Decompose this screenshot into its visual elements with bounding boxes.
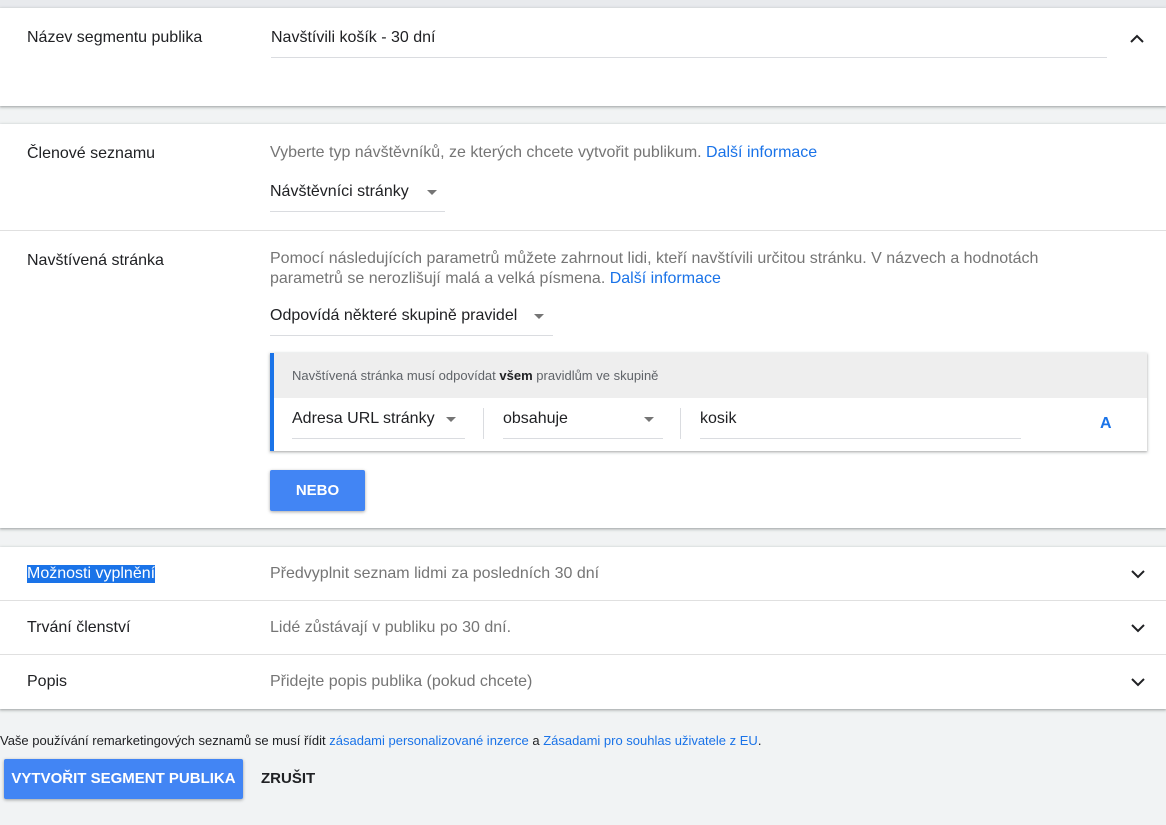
chevron-up-icon[interactable] xyxy=(1129,33,1145,45)
membership-duration-summary: Lidé zůstávají v publiku po 30 dní. xyxy=(270,619,512,636)
rule-group-header: Navštívená stránka musí odpovídat všem p… xyxy=(274,353,1147,398)
chevron-down-icon[interactable] xyxy=(1130,622,1146,634)
segment-name-label: Název segmentu publika xyxy=(27,29,203,46)
rule-field-select[interactable]: Adresa URL stránky xyxy=(292,408,465,439)
policy-notice: Vaše používání remarketingových seznamů … xyxy=(0,733,761,748)
rule-group-match-select[interactable]: Odpovídá některé skupině pravidel xyxy=(270,305,553,336)
policy-text-1: Vaše používání remarketingových seznamů … xyxy=(0,733,326,748)
visited-page-hint-line2: parametrů se nerozlišují malá a velká pí… xyxy=(270,270,606,287)
members-type-value: Návštěvníci stránky xyxy=(270,183,409,200)
fill-options-summary: Předvyplnit seznam lidmi za posledních 3… xyxy=(270,565,600,582)
fill-options-row[interactable]: Možnosti vyplnění Předvyplnit seznam lid… xyxy=(0,547,1166,600)
description-row[interactable]: Popis Přidejte popis publika (pokud chce… xyxy=(0,655,1166,709)
description-label: Popis xyxy=(27,673,68,690)
chevron-down-icon[interactable] xyxy=(1130,568,1146,580)
dropdown-caret-icon xyxy=(534,314,544,319)
rule-group-match-value: Odpovídá některé skupině pravidel xyxy=(270,307,518,324)
members-type-select[interactable]: Návštěvníci stránky xyxy=(270,181,445,212)
rule-group-header-bold: všem xyxy=(499,368,533,383)
segment-name-input[interactable]: Navštívili košík - 30 dní xyxy=(271,29,1107,58)
create-segment-button[interactable]: VYTVOŘIT SEGMENT PUBLIKA xyxy=(4,759,243,799)
membership-duration-label: Trvání členství xyxy=(27,619,131,636)
rule-group-header-prefix: Navštívená stránka musí odpovídat xyxy=(292,368,496,383)
audience-rules-card: Členové seznamu Vyberte typ návštěvníků,… xyxy=(0,124,1166,528)
visited-page-hint-line1: Pomocí následujících parametrů můžete za… xyxy=(270,250,1039,267)
eu-consent-policy-link[interactable]: Zásadami pro souhlas uživatele z EU xyxy=(543,733,758,748)
rule-separator xyxy=(483,408,484,439)
members-hint-text: Vyberte typ návštěvníků, ze kterých chce… xyxy=(270,144,702,161)
personalized-ads-policy-link[interactable]: zásadami personalizované inzerce xyxy=(329,733,528,748)
divider xyxy=(0,230,1166,231)
or-button[interactable]: NEBO xyxy=(270,470,365,511)
rule-group-header-suffix: pravidlům ve skupině xyxy=(536,368,659,383)
members-hint: Vyberte typ návštěvníků, ze kterých chce… xyxy=(270,143,817,163)
collapsed-options-card: Možnosti vyplnění Předvyplnit seznam lid… xyxy=(0,547,1166,709)
description-summary: Přidejte popis publika (pokud chcete) xyxy=(270,673,533,690)
and-button[interactable]: A xyxy=(1100,415,1112,433)
rule-operator-value: obsahuje xyxy=(503,410,568,427)
rule-value-text: kosik xyxy=(700,410,737,427)
chevron-down-icon[interactable] xyxy=(1130,676,1146,688)
visited-page-label: Navštívená stránka xyxy=(27,252,164,269)
fill-options-label: Možnosti vyplnění xyxy=(27,565,156,583)
membership-duration-row[interactable]: Trvání členství Lidé zůstávají v publiku… xyxy=(0,601,1166,654)
rule-field-value: Adresa URL stránky xyxy=(292,410,435,427)
dropdown-caret-icon xyxy=(446,417,456,422)
members-label: Členové seznamu xyxy=(27,145,156,162)
rule-value-input[interactable]: kosik xyxy=(700,408,1021,439)
top-strip xyxy=(0,0,1166,8)
segment-name-card: Název segmentu publika Navštívili košík … xyxy=(0,8,1166,106)
dropdown-caret-icon xyxy=(427,190,437,195)
visited-page-learn-more-link[interactable]: Další informace xyxy=(610,270,721,287)
rule-separator xyxy=(680,408,681,439)
visited-page-hint-line2-wrap: parametrů se nerozlišují malá a velká pí… xyxy=(270,269,1130,289)
segment-name-value: Navštívili košík - 30 dní xyxy=(271,29,436,46)
cancel-button[interactable]: ZRUŠIT xyxy=(261,770,315,787)
policy-text-3: . xyxy=(757,733,762,748)
policy-text-2: a xyxy=(532,733,540,748)
rule-operator-select[interactable]: obsahuje xyxy=(503,408,663,439)
rule-group: Navštívená stránka musí odpovídat všem p… xyxy=(270,353,1147,451)
members-learn-more-link[interactable]: Další informace xyxy=(706,144,817,161)
visited-page-hint: Pomocí následujících parametrů můžete za… xyxy=(270,249,1130,289)
dropdown-caret-icon xyxy=(644,417,654,422)
